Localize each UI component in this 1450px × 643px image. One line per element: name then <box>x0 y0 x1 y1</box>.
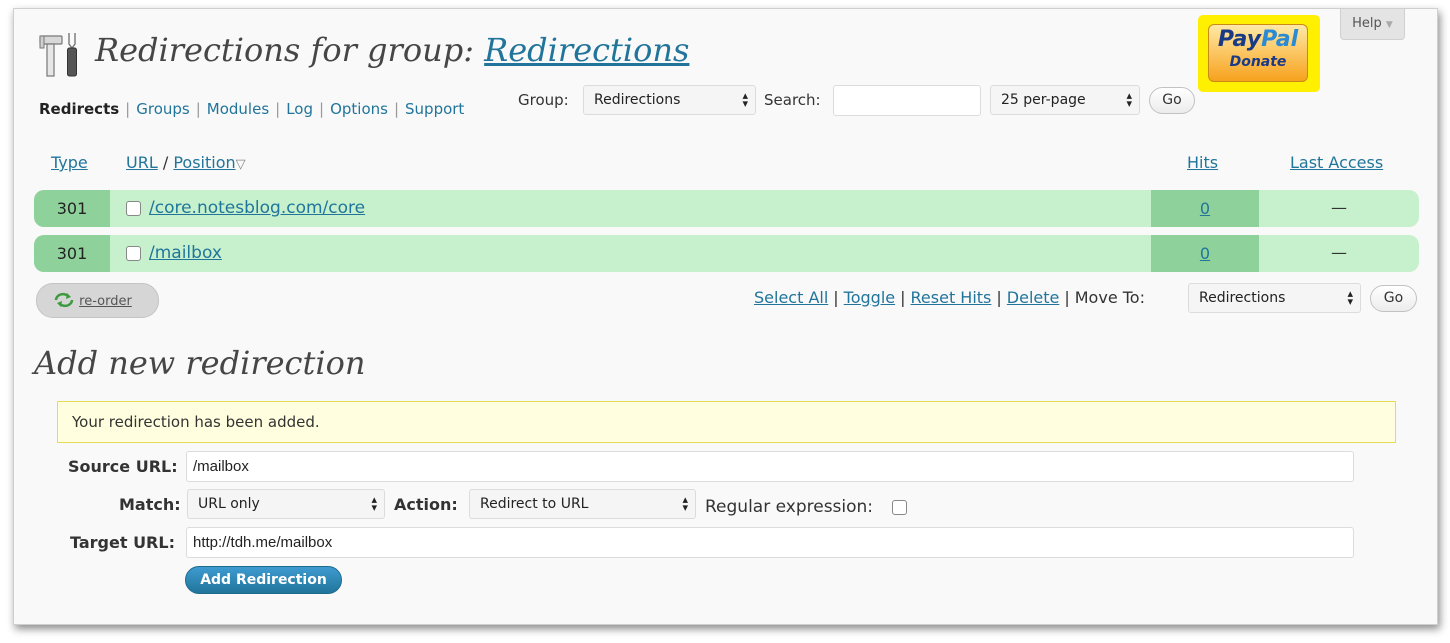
source-url-input[interactable] <box>186 451 1354 482</box>
row-hits-cell: 0 <box>1151 235 1259 272</box>
move-to-label: Move To: <box>1074 288 1145 307</box>
group-filter-value: Redirections <box>594 92 681 108</box>
target-url-input[interactable] <box>186 527 1354 558</box>
nav-options[interactable]: Options <box>330 100 388 118</box>
row-url-link[interactable]: /mailbox <box>149 243 222 263</box>
select-arrows-icon: ▴ ▾ <box>1347 287 1353 308</box>
nav-modules[interactable]: Modules <box>207 100 269 118</box>
per-page-select[interactable]: 25 per-page ▴ ▾ <box>990 85 1140 115</box>
chevron-down-icon: ▼ <box>1385 20 1393 30</box>
page-title: Redirections for group: Redirections <box>95 31 689 69</box>
filter-go-button[interactable]: Go <box>1149 87 1195 114</box>
row-hits-link[interactable]: 0 <box>1200 244 1210 263</box>
sub-navigation: Redirects | Groups | Modules | Log | Options | Sup… <box>39 100 465 118</box>
bulk-actions: Select All | Toggle | Reset Hits | Delete | Move… <box>754 288 1145 307</box>
tools-icon <box>39 33 77 77</box>
reorder-button[interactable]: re-order <box>36 283 159 318</box>
nav-redirects[interactable]: Redirects <box>39 100 119 118</box>
page-title-prefix: Redirections for group: <box>95 31 474 69</box>
row-hits-link[interactable]: 0 <box>1200 199 1210 218</box>
paypal-donate-button[interactable]: PayPal Donate <box>1198 15 1320 92</box>
reorder-label: re-order <box>79 294 132 309</box>
group-filter-label: Group: <box>518 91 569 109</box>
row-hits-cell: 0 <box>1151 190 1259 227</box>
group-title-link[interactable]: Redirections <box>484 31 689 69</box>
column-type[interactable]: Type <box>51 153 88 172</box>
action-select[interactable]: Redirect to URL ▴ ▾ <box>469 489 696 519</box>
add-redirection-button[interactable]: Add Redirection <box>185 566 342 594</box>
search-label: Search: <box>764 91 821 109</box>
column-url-position: URL / Position▽ <box>126 153 246 172</box>
move-go-button[interactable]: Go <box>1370 285 1417 312</box>
table-row: 301 /core.notesblog.com/core 0 — <box>34 190 1419 227</box>
per-page-value: 25 per-page <box>1001 92 1086 108</box>
column-last-access[interactable]: Last Access <box>1290 153 1383 172</box>
column-slash: / <box>162 153 169 172</box>
select-all-link[interactable]: Select All <box>754 288 828 307</box>
select-arrows-icon: ▴ ▾ <box>742 89 748 110</box>
help-tab[interactable]: Help ▼ <box>1340 9 1405 40</box>
add-redirection-heading: Add new redirection <box>34 344 366 382</box>
action-value: Redirect to URL <box>480 496 589 512</box>
move-to-select[interactable]: Redirections ▴ ▾ <box>1188 283 1361 313</box>
action-label: Action: <box>394 495 458 514</box>
donate-label: Donate <box>1229 54 1287 70</box>
toggle-link[interactable]: Toggle <box>844 288 895 307</box>
row-type: 301 <box>34 235 110 272</box>
target-url-label: Target URL: <box>70 533 175 552</box>
table-row: 301 /mailbox 0 — <box>34 235 1419 272</box>
row-checkbox[interactable] <box>126 245 141 261</box>
row-url-cell: /core.notesblog.com/core <box>126 190 365 227</box>
help-label: Help <box>1352 16 1382 31</box>
row-last-access: — <box>1331 198 1347 217</box>
group-filter-select[interactable]: Redirections ▴ ▾ <box>583 85 756 115</box>
regex-checkbox[interactable] <box>892 500 907 515</box>
match-label: Match: <box>119 495 181 514</box>
row-checkbox[interactable] <box>126 200 141 216</box>
column-hits[interactable]: Hits <box>1187 153 1218 172</box>
select-arrows-icon: ▴ ▾ <box>682 493 688 514</box>
match-select[interactable]: URL only ▴ ▾ <box>187 489 385 519</box>
paypal-logo: PayPal <box>1217 27 1299 52</box>
source-url-label: Source URL: <box>68 457 178 476</box>
move-to-value: Redirections <box>1199 290 1286 306</box>
success-notice: Your redirection has been added. <box>57 401 1396 443</box>
column-url[interactable]: URL <box>126 153 158 172</box>
row-url-link[interactable]: /core.notesblog.com/core <box>149 198 365 218</box>
refresh-icon <box>54 292 74 308</box>
match-value: URL only <box>198 496 260 512</box>
regex-label: Regular expression: <box>705 497 874 517</box>
row-url-cell: /mailbox <box>126 235 222 272</box>
row-type: 301 <box>34 190 110 227</box>
select-arrows-icon: ▴ ▾ <box>371 493 377 514</box>
row-last-access: — <box>1331 243 1347 262</box>
nav-support[interactable]: Support <box>405 100 464 118</box>
select-arrows-icon: ▴ ▾ <box>1126 89 1132 110</box>
sort-triangle-icon: ▽ <box>235 157 246 172</box>
nav-log[interactable]: Log <box>286 100 313 118</box>
reset-hits-link[interactable]: Reset Hits <box>911 288 992 307</box>
column-position[interactable]: Position <box>173 153 235 172</box>
delete-link[interactable]: Delete <box>1007 288 1060 307</box>
search-input[interactable] <box>833 85 981 116</box>
paypal-badge: PayPal Donate <box>1208 24 1308 82</box>
nav-groups[interactable]: Groups <box>136 100 189 118</box>
